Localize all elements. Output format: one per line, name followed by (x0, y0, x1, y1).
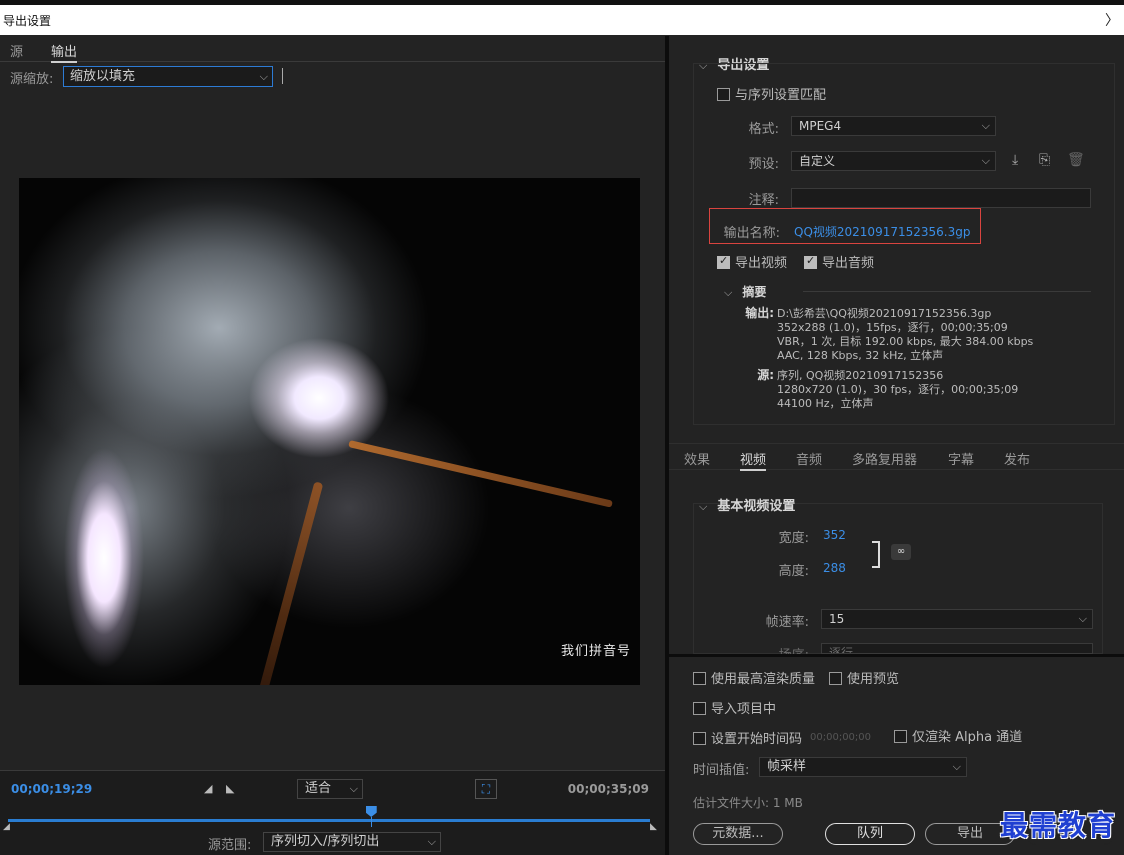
max-render-checkbox[interactable]: 使用最高渲染质量 (693, 668, 815, 687)
use-preview-checkbox[interactable]: 使用预览 (829, 668, 899, 687)
fit-select[interactable]: 适合 ⌵ (297, 779, 363, 799)
format-select[interactable]: MPEG4 ⌵ (791, 116, 996, 136)
title-bar: 导出设置 〉 (0, 5, 1124, 35)
preset-select[interactable]: 自定义 ⌵ (791, 151, 996, 171)
summary-output-key: 输出: (745, 306, 774, 320)
field-order-select[interactable]: 逐行 (821, 643, 1093, 654)
tab-video[interactable]: 视频 (740, 449, 767, 471)
brand-watermark: 最需教育 (1000, 809, 1117, 842)
welding-rod-glow (257, 481, 324, 685)
export-audio-checkbox[interactable]: 导出音频 (804, 252, 874, 271)
chevron-down-icon: ⌵ (724, 286, 733, 299)
out-point-marker[interactable]: ◣ (650, 822, 657, 832)
playhead-line (370, 817, 372, 827)
file-size-estimate: 估计文件大小: 1 MB (693, 796, 803, 810)
source-scale-label: 源缩放: (10, 72, 54, 87)
width-value[interactable]: 352 (823, 528, 846, 542)
summary-source-line: 44100 Hz，立体声 (777, 397, 874, 410)
save-preset-icon[interactable]: ⤓ (1012, 152, 1018, 168)
output-name-label: 输出名称: (723, 226, 780, 241)
basic-video-box (693, 503, 1103, 654)
timeline-track[interactable] (8, 819, 650, 822)
basic-video-header[interactable]: ⌵ 基本视频设置 (699, 495, 795, 514)
match-sequence-checkbox[interactable]: 与序列设置匹配 (717, 84, 826, 103)
source-range-label: 源范围: (208, 838, 252, 853)
video-preview: 我们拼音号 (19, 178, 640, 685)
format-label: 格式: (748, 122, 779, 137)
end-timecode: 00;00;35;09 (567, 782, 649, 796)
interp-label: 时间插值: (693, 763, 750, 778)
tab-captions[interactable]: 字幕 (948, 449, 974, 468)
width-label: 宽度: (778, 531, 809, 546)
tab-audio[interactable]: 音频 (796, 449, 822, 468)
safe-margins-icon[interactable]: ⛶ (475, 779, 497, 799)
output-name-link[interactable]: QQ视频20210917152356.3gp (794, 223, 970, 240)
chevron-down-icon: ⌵ (349, 782, 358, 795)
height-value[interactable]: 288 (823, 561, 846, 575)
export-video-checkbox[interactable]: 导出视频 (717, 252, 787, 271)
link-bracket (872, 541, 880, 568)
in-point-marker[interactable]: ◢ (3, 822, 10, 832)
chevron-down-icon: ⌵ (699, 500, 708, 513)
chevron-down-icon: ⌵ (952, 760, 961, 773)
summary-source-key: 源: (757, 368, 774, 382)
chevron-down-icon: ⌵ (981, 154, 990, 167)
link-icon[interactable]: ∞ (891, 544, 911, 560)
comment-label: 注释: (748, 193, 779, 208)
framerate-label: 帧速率: (765, 615, 809, 630)
delete-preset-icon[interactable]: 🗑 (1067, 152, 1085, 168)
tab-effects[interactable]: 效果 (684, 449, 710, 468)
set-out-icon[interactable]: ◣ (226, 782, 234, 795)
source-range-value: 序列切入/序列切出 (271, 834, 380, 849)
chevron-down-icon: ⌵ (259, 70, 268, 83)
chevron-down-icon: ⌵ (981, 119, 990, 132)
source-scale-select[interactable]: 缩放以填充 ⌵ (63, 66, 273, 87)
close-icon[interactable]: 〉 (1105, 10, 1119, 30)
welding-rod (348, 440, 613, 508)
start-tc-value: 00;00;00;00 (810, 732, 872, 743)
tab-publish[interactable]: 发布 (1004, 449, 1030, 468)
source-range-select[interactable]: 序列切入/序列切出 ⌵ (263, 832, 441, 852)
tab-source[interactable]: 源 (10, 41, 23, 60)
source-output-panel: 源 输出 源缩放: 缩放以填充 ⌵ 我们拼音号 00;00;19;29 ◢ ◣ … (0, 36, 665, 855)
playhead[interactable] (365, 806, 377, 817)
current-timecode[interactable]: 00;00;19;29 (11, 782, 92, 796)
video-watermark: 我们拼音号 (561, 644, 632, 659)
text-cursor (282, 68, 283, 84)
set-start-tc-checkbox[interactable]: 设置开始时间码 (693, 728, 802, 747)
interp-select[interactable]: 帧采样 ⌵ (759, 757, 967, 777)
timeline-bar: 00;00;19;29 ◢ ◣ 适合 ⌵ ⛶ 00;00;35;09 ◢ ◣ 源… (0, 770, 665, 855)
source-scale-value: 缩放以填充 (70, 69, 136, 84)
metadata-button[interactable]: 元数据... (693, 823, 783, 845)
import-preset-icon[interactable]: ⎘ (1039, 152, 1050, 168)
tab-output[interactable]: 输出 (51, 41, 78, 63)
tab-multiplexer[interactable]: 多路复用器 (852, 449, 917, 468)
summary-header[interactable]: ⌵ 摘要 (724, 283, 766, 300)
chevron-down-icon: ⌵ (427, 835, 436, 848)
window-title: 导出设置 (3, 14, 52, 28)
settings-tabs: 效果 视频 音频 多路复用器 字幕 发布 (669, 443, 1124, 471)
framerate-select[interactable]: 15 ⌵ (821, 609, 1093, 629)
render-alpha-checkbox[interactable]: 仅渲染 Alpha 通道 (894, 726, 1022, 745)
field-order-label: 场序: (749, 644, 809, 654)
left-tabs: 源 输出 (0, 36, 665, 63)
queue-button[interactable]: 队列 (825, 823, 915, 845)
import-project-checkbox[interactable]: 导入项目中 (693, 698, 776, 717)
set-in-icon[interactable]: ◢ (204, 782, 212, 795)
height-label: 高度: (778, 564, 809, 579)
summary-rule (803, 291, 1091, 292)
fit-value: 适合 (305, 781, 332, 796)
chevron-down-icon: ⌵ (1078, 612, 1087, 625)
export-settings-panel: ⌵ 导出设置 与序列设置匹配 格式: MPEG4 ⌵ 预设: 自定义 ⌵ ⤓ ⎘ … (669, 36, 1124, 855)
summary-output-line: AAC, 128 Kbps, 32 kHz, 立体声 (777, 349, 944, 362)
preset-label: 预设: (748, 157, 779, 172)
comment-input[interactable] (791, 188, 1091, 208)
